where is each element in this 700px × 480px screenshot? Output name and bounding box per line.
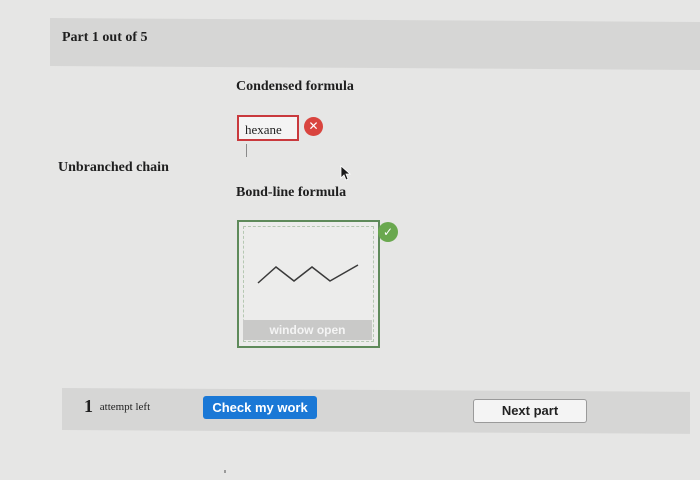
unbranched-chain-label: Unbranched chain: [58, 160, 169, 175]
screen-artifact: [224, 470, 226, 473]
correct-check-icon: ✓: [378, 222, 398, 242]
incorrect-icon: ✕: [304, 117, 323, 136]
part-label: Part 1 out of 5: [62, 30, 148, 45]
attempts-count: 1: [84, 396, 93, 416]
condensed-formula-input[interactable]: hexane: [237, 115, 299, 141]
footer-bar: [62, 388, 690, 434]
bond-line-drawing-box[interactable]: window open: [237, 220, 380, 348]
window-open-button[interactable]: window open: [243, 320, 372, 340]
input-divider: [246, 144, 247, 157]
next-part-button[interactable]: Next part: [473, 399, 587, 423]
condensed-formula-label: Condensed formula: [236, 79, 354, 94]
bond-line-formula-label: Bond-line formula: [236, 185, 347, 200]
attempts-text: attempt left: [99, 401, 151, 413]
hexane-bond-line-structure: [257, 264, 359, 284]
attempts-remaining: 1 attempt left: [84, 396, 150, 417]
check-my-work-button[interactable]: Check my work: [203, 396, 317, 419]
mouse-cursor-icon: [340, 165, 352, 181]
